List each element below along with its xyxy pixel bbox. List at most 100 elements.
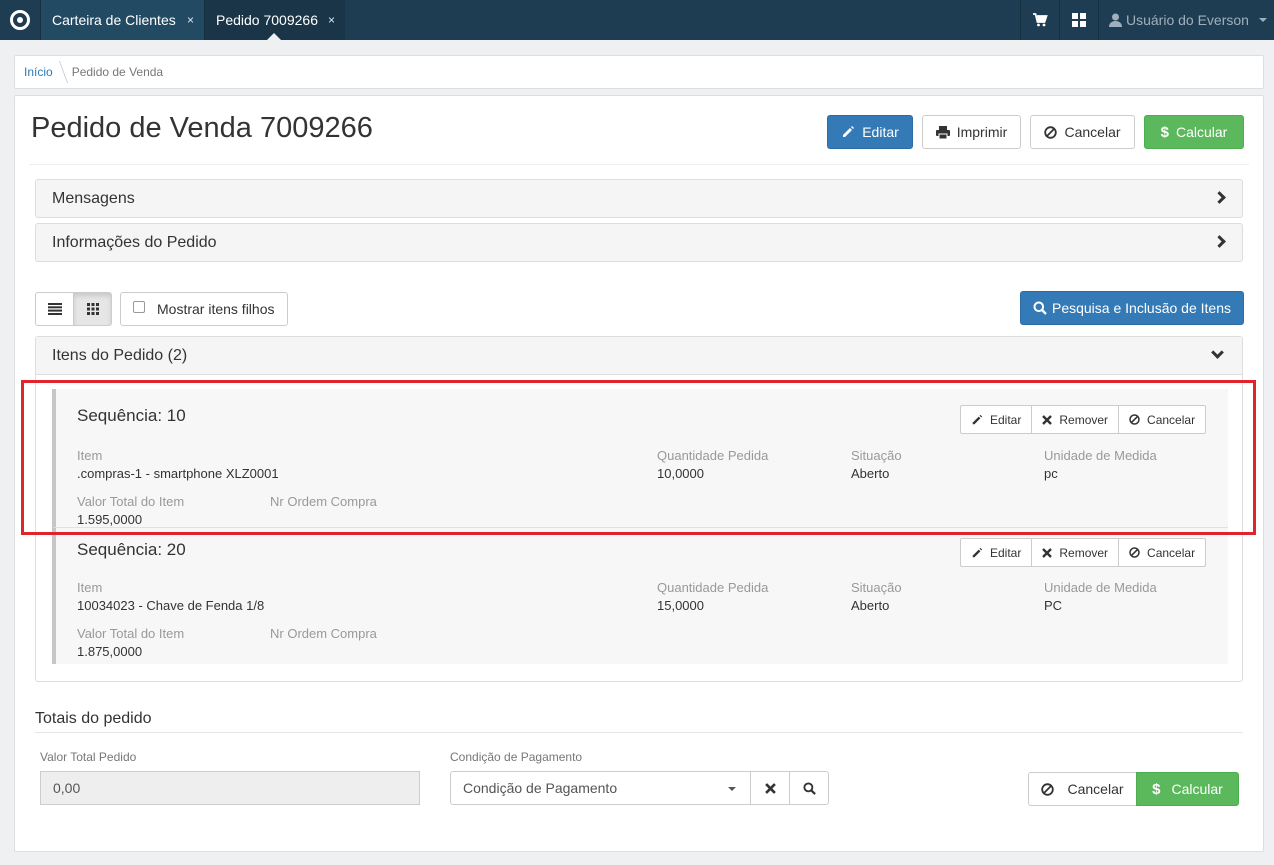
grid-apps-icon[interactable] — [1059, 0, 1098, 40]
chevron-down-icon — [1258, 18, 1267, 22]
pencil-icon — [972, 414, 983, 424]
grid-icon — [86, 303, 99, 315]
tab-carteira-de-clientes[interactable]: Carteira de Clientes × — [40, 0, 204, 40]
item-actions: Editar Remover Cancelar — [960, 538, 1207, 567]
breadcrumb: Início Pedido de Venda — [14, 55, 1264, 89]
printer-icon — [935, 125, 950, 139]
top-bar: Carteira de Clientes × Pedido 7009266 × … — [0, 0, 1274, 40]
cancel-button[interactable]: Cancelar — [1030, 115, 1135, 149]
show-child-items-label: Mostrar itens filhos — [157, 301, 275, 317]
pencil-icon — [972, 547, 983, 557]
main-panel: Pedido de Venda 7009266 Editar Imprimir … — [14, 95, 1264, 852]
calculate-button-label: Calcular — [1175, 124, 1228, 140]
order-items-panel: Itens do Pedido (2) Sequência: 10 Editar… — [35, 336, 1243, 682]
order-items-title: Itens do Pedido (2) — [52, 346, 188, 364]
print-button[interactable]: Imprimir — [922, 115, 1021, 149]
show-child-items-toggle[interactable]: Mostrar itens filhos — [120, 292, 288, 326]
payment-condition-placeholder: Condição de Pagamento — [463, 780, 618, 796]
section-title: Mensagens — [52, 189, 135, 207]
item-actions: Editar Remover Cancelar — [960, 405, 1207, 434]
clear-payment-button[interactable] — [750, 771, 790, 805]
item-remove-label: Remover — [1059, 412, 1109, 427]
close-icon — [1042, 414, 1053, 425]
pencil-icon — [843, 126, 855, 137]
edit-button-label: Editar — [862, 124, 899, 140]
footer-cancel-button[interactable]: Cancelar — [1028, 772, 1137, 806]
breadcrumb-separator — [51, 61, 68, 83]
order-items-header[interactable]: Itens do Pedido (2) — [36, 337, 1242, 375]
unit-label: Unidade de Medida — [1044, 580, 1157, 595]
dollar-icon: $ — [1152, 780, 1161, 798]
payment-condition-select[interactable]: Condição de Pagamento — [450, 771, 751, 805]
item-sequence: Sequência: 10 — [77, 406, 186, 425]
section-title: Informações do Pedido — [52, 233, 217, 251]
caret-down-icon — [728, 787, 736, 791]
unit-value: PC — [1044, 598, 1063, 613]
show-child-items-checkbox[interactable] — [133, 301, 145, 313]
page-title: Pedido de Venda 7009266 — [31, 112, 373, 144]
user-icon — [1109, 13, 1122, 27]
dollar-icon: $ — [1160, 123, 1169, 141]
unit-label: Unidade de Medida — [1044, 448, 1157, 463]
footer-calculate-button[interactable]: $ Calcular — [1136, 772, 1239, 806]
item-remove-button[interactable]: Remover — [1031, 405, 1120, 434]
order-item-card: Sequência: 10 Editar Remover Cancelar It… — [52, 389, 1228, 527]
close-tab-icon[interactable]: × — [187, 13, 194, 27]
totals-divider — [35, 732, 1243, 733]
calculate-button[interactable]: $ Calcular — [1144, 115, 1244, 149]
order-total-field: 0,00 — [40, 771, 420, 805]
item-label: Item — [77, 580, 103, 595]
item-cancel-button[interactable]: Cancelar — [1118, 538, 1207, 567]
edit-button[interactable]: Editar — [827, 115, 913, 149]
purchase-order-label: Nr Ordem Compra — [270, 626, 377, 641]
chevron-down-icon — [1211, 346, 1224, 359]
item-total-label: Valor Total do Item — [77, 494, 185, 509]
list-view-button[interactable] — [35, 292, 74, 326]
search-add-items-label: Pesquisa e Inclusão de Itens — [1051, 300, 1231, 316]
item-value: .compras-1 - smartphone XLZ0001 — [77, 466, 279, 481]
cart-icon[interactable] — [1020, 0, 1059, 40]
search-icon — [802, 781, 816, 795]
item-remove-label: Remover — [1059, 545, 1109, 560]
order-info-section-toggle[interactable]: Informações do Pedido — [35, 223, 1243, 262]
item-cancel-button[interactable]: Cancelar — [1118, 405, 1207, 434]
list-icon — [47, 303, 62, 315]
tab-pedido[interactable]: Pedido 7009266 × — [204, 0, 345, 40]
cancel-button-label: Cancelar — [1064, 124, 1121, 140]
item-edit-button[interactable]: Editar — [960, 538, 1033, 567]
chevron-right-icon — [1213, 235, 1226, 248]
status-value: Aberto — [851, 466, 890, 481]
ban-icon — [1044, 125, 1058, 139]
item-sequence: Sequência: 20 — [77, 540, 186, 559]
quantity-value: 15,0000 — [657, 598, 704, 613]
title-divider — [29, 164, 1249, 165]
grid-view-button[interactable] — [73, 292, 112, 326]
footer-calculate-label: Calcular — [1171, 781, 1223, 797]
print-button-label: Imprimir — [956, 124, 1008, 140]
close-icon — [1042, 547, 1053, 558]
item-label: Item — [77, 448, 103, 463]
close-icon — [764, 782, 776, 794]
item-edit-label: Editar — [990, 412, 1022, 427]
logo-icon[interactable] — [0, 0, 40, 40]
search-add-items-button[interactable]: Pesquisa e Inclusão de Itens — [1020, 291, 1244, 325]
user-menu[interactable]: Usuário do Everson — [1098, 0, 1274, 40]
close-tab-icon[interactable]: × — [328, 13, 335, 27]
item-value: 10034023 - Chave de Fenda 1/8 — [77, 598, 265, 613]
tab-label: Carteira de Clientes — [52, 12, 176, 28]
breadcrumb-home-link[interactable]: Início — [24, 65, 53, 79]
chevron-right-icon — [1213, 191, 1226, 204]
item-edit-button[interactable]: Editar — [960, 405, 1033, 434]
quantity-label: Quantidade Pedida — [657, 448, 769, 463]
item-cancel-label: Cancelar — [1147, 545, 1196, 560]
ban-icon — [1041, 782, 1055, 796]
unit-value: pc — [1044, 466, 1058, 481]
breadcrumb-current: Pedido de Venda — [71, 65, 164, 79]
item-remove-button[interactable]: Remover — [1031, 538, 1120, 567]
status-label: Situação — [851, 448, 902, 463]
messages-section-toggle[interactable]: Mensagens — [35, 179, 1243, 218]
search-icon — [1033, 301, 1047, 315]
search-payment-button[interactable] — [789, 771, 829, 805]
footer-cancel-label: Cancelar — [1067, 781, 1124, 797]
purchase-order-label: Nr Ordem Compra — [270, 494, 377, 509]
